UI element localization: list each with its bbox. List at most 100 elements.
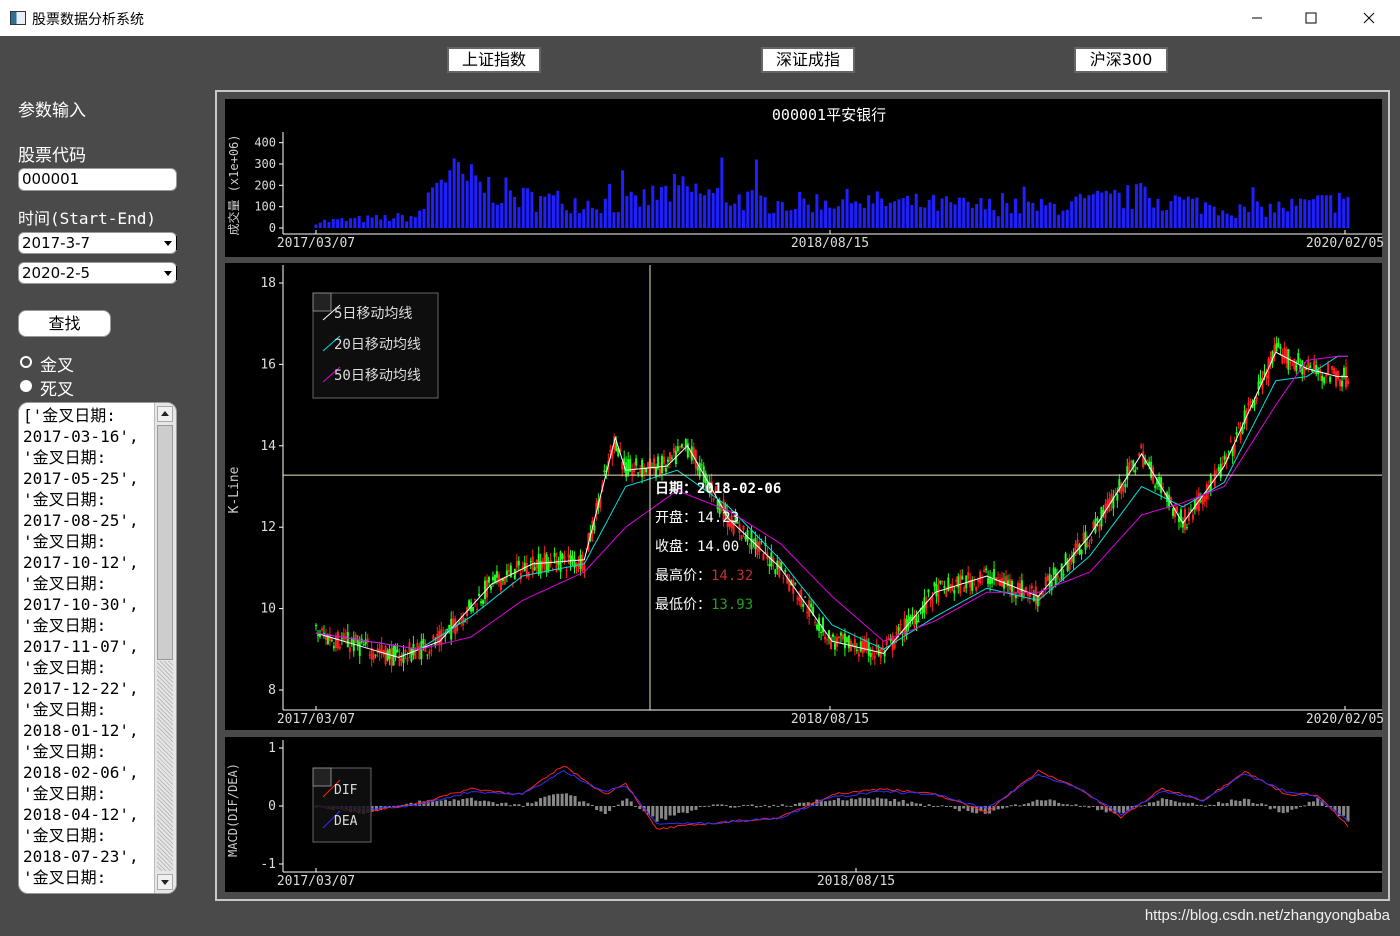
- candle-body: [680, 443, 683, 448]
- candle-body: [1010, 580, 1013, 596]
- volume-bar: [1251, 187, 1255, 228]
- candle-body: [404, 649, 407, 653]
- macd-bar: [763, 804, 767, 806]
- volume-bar: [616, 212, 620, 228]
- candle-body: [400, 658, 403, 662]
- candle-body: [855, 649, 858, 651]
- candle-body: [1076, 539, 1079, 548]
- macd-bar: [944, 806, 948, 807]
- candle-body: [581, 554, 584, 572]
- volume-bar: [478, 181, 482, 228]
- candle-body: [762, 553, 765, 561]
- volume-bar: [1074, 196, 1078, 228]
- macd-bar: [672, 806, 676, 816]
- volume-bar: [858, 203, 862, 228]
- candle-body: [1154, 485, 1157, 488]
- candle-body: [985, 568, 988, 571]
- macd-bar: [595, 806, 599, 811]
- macd-bar: [1147, 802, 1151, 806]
- candle-body: [971, 581, 974, 592]
- macd-bar: [500, 802, 504, 806]
- candle-body: [833, 643, 836, 650]
- candle-body: [824, 636, 827, 640]
- volume-bar: [1104, 190, 1108, 228]
- candle-body: [1343, 367, 1346, 377]
- candle-body: [1082, 533, 1085, 543]
- volume-bar: [392, 218, 396, 228]
- candle-body: [670, 457, 673, 459]
- candle-body: [975, 586, 978, 591]
- candle-body: [637, 472, 640, 474]
- candle-body: [963, 587, 966, 592]
- volume-bar: [625, 195, 629, 228]
- volume-bar: [664, 185, 668, 228]
- kline-ytick-label: 10: [260, 602, 276, 617]
- candle-body: [937, 584, 940, 602]
- macd-bar: [767, 806, 771, 808]
- volume-bar: [560, 203, 564, 228]
- macd-bar: [729, 806, 733, 808]
- volume-bar: [1337, 192, 1341, 228]
- macd-bar: [1173, 801, 1177, 806]
- ma50-legend-label: 50日移动均线: [334, 368, 421, 384]
- macd-bar: [1268, 806, 1272, 810]
- macd-bar: [694, 806, 698, 810]
- volume-bar: [1307, 200, 1311, 228]
- candle-body: [561, 553, 564, 559]
- candle-body: [1088, 545, 1091, 547]
- candle-body: [440, 629, 443, 646]
- candle-body: [839, 632, 842, 636]
- volume-bar: [599, 213, 603, 228]
- candle-body: [853, 639, 856, 649]
- macd-bar: [1083, 805, 1087, 807]
- volume-bar: [953, 204, 957, 228]
- volume-bar: [590, 207, 594, 228]
- macd-bar: [590, 804, 594, 806]
- macd-bar: [923, 805, 927, 807]
- volume-bar: [659, 187, 663, 228]
- kline-ytick-label: 14: [260, 439, 276, 454]
- candle-body: [1056, 575, 1059, 579]
- candle-body: [1221, 462, 1224, 465]
- volume-bar: [914, 193, 918, 228]
- volume-bar: [1100, 192, 1104, 228]
- macd-bar: [828, 800, 832, 806]
- volume-bar: [970, 207, 974, 228]
- tooltip-low-label: 最低价：: [655, 597, 711, 613]
- candle-body: [1018, 583, 1021, 597]
- xtick-label: 2018/08/15: [791, 712, 869, 727]
- candle-body: [384, 645, 387, 665]
- volume-bar: [469, 164, 473, 228]
- volume-bar: [603, 198, 607, 228]
- candle-body: [464, 621, 467, 623]
- candle-body: [871, 653, 874, 655]
- candle-body: [1323, 377, 1326, 384]
- candle-body: [1217, 467, 1220, 472]
- candle-body: [390, 648, 393, 667]
- candle-body: [941, 581, 944, 583]
- charts-canvas[interactable]: 000001平安银行 成交量 (x1e+06) 0100200300400 20…: [0, 0, 1400, 936]
- macd-bar: [1346, 806, 1350, 822]
- volume-bar: [849, 203, 853, 228]
- macd-bar: [746, 804, 750, 806]
- candle-body: [334, 635, 337, 649]
- volume-bar: [919, 207, 923, 228]
- candle-body: [712, 498, 715, 500]
- candle-body: [778, 560, 781, 577]
- volume-bar: [841, 199, 845, 228]
- candle-body: [1259, 378, 1262, 384]
- candle-body: [1279, 346, 1282, 349]
- candle-body: [961, 576, 964, 580]
- volume-bar: [1126, 185, 1130, 228]
- volume-bar: [1009, 213, 1013, 228]
- macd-bar: [452, 799, 456, 806]
- svg-text:日期：2018-02-06: 日期：2018-02-06: [655, 481, 781, 497]
- volume-bar: [336, 219, 340, 228]
- candle-body: [515, 561, 518, 568]
- volume-bar: [495, 204, 499, 228]
- volume-bar: [361, 222, 365, 228]
- volume-bar: [1329, 195, 1333, 228]
- macd-bar: [1061, 804, 1065, 806]
- candle-body: [643, 466, 646, 474]
- candle-body: [664, 468, 667, 472]
